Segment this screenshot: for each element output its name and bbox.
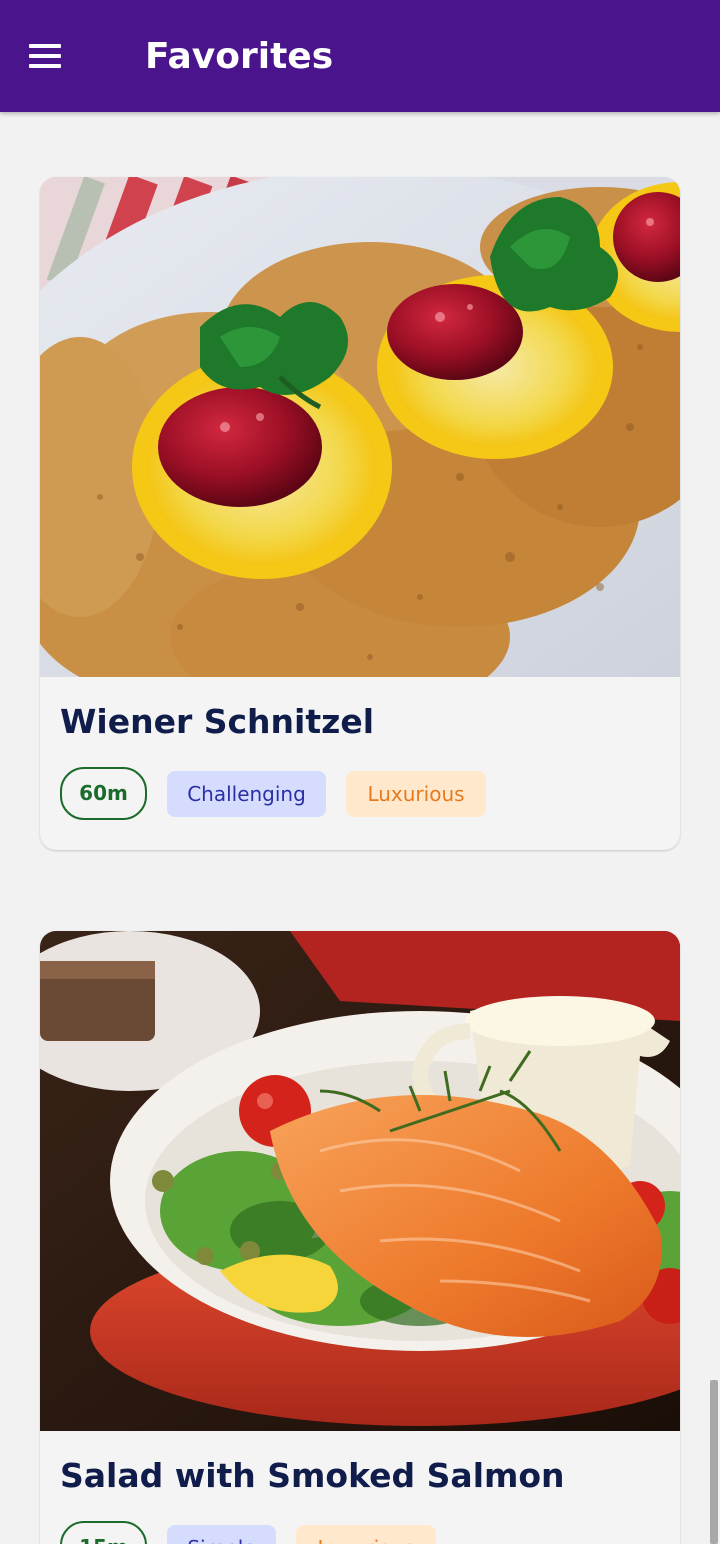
complexity-badge: Challenging: [167, 771, 326, 817]
affordability-badge: Luxurious: [296, 1525, 436, 1544]
meal-title: Salad with Smoked Salmon: [60, 1456, 565, 1495]
duration-badge: 60m: [60, 767, 147, 820]
page-title: Favorites: [145, 36, 334, 77]
duration-badge: 15m: [60, 1521, 147, 1544]
meal-card[interactable]: Wiener Schnitzel 60m Challenging Luxurio…: [40, 177, 680, 850]
app-bar: Favorites: [0, 0, 720, 112]
favorites-list[interactable]: Wiener Schnitzel 60m Challenging Luxurio…: [0, 112, 720, 1544]
complexity-badge: Simple: [167, 1525, 276, 1544]
affordability-badge: Luxurious: [346, 771, 486, 817]
menu-icon[interactable]: [29, 44, 61, 68]
meal-card[interactable]: Salad with Smoked Salmon 15m Simple Luxu…: [40, 931, 680, 1544]
schnitzel-photo: [40, 177, 680, 677]
scrollbar[interactable]: [710, 1380, 718, 1544]
meal-title: Wiener Schnitzel: [60, 702, 375, 741]
salmon-salad-photo: [40, 931, 680, 1431]
